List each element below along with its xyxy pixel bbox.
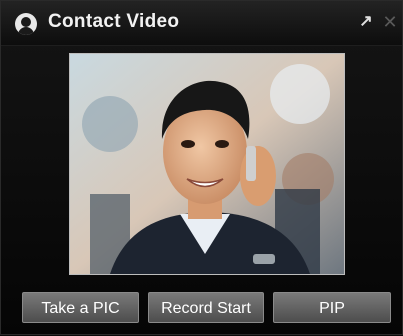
button-bar: Take a PIC Record Start PIP	[1, 281, 402, 336]
record-start-button[interactable]: Record Start	[148, 292, 264, 323]
close-icon[interactable]: ✕	[381, 13, 399, 31]
expand-icon[interactable]: ↗	[357, 13, 375, 31]
contact-icon	[15, 13, 37, 35]
window-title: Contact Video	[48, 11, 180, 32]
take-pic-button[interactable]: Take a PIC	[22, 292, 139, 323]
title-bar: Contact Video ↗ ✕	[1, 1, 402, 46]
pip-button[interactable]: PIP	[273, 292, 391, 323]
video-image	[70, 54, 344, 274]
contact-video-window: Contact Video ↗ ✕ Take a PIC Record Star…	[0, 0, 403, 335]
video-feed[interactable]	[69, 53, 345, 275]
